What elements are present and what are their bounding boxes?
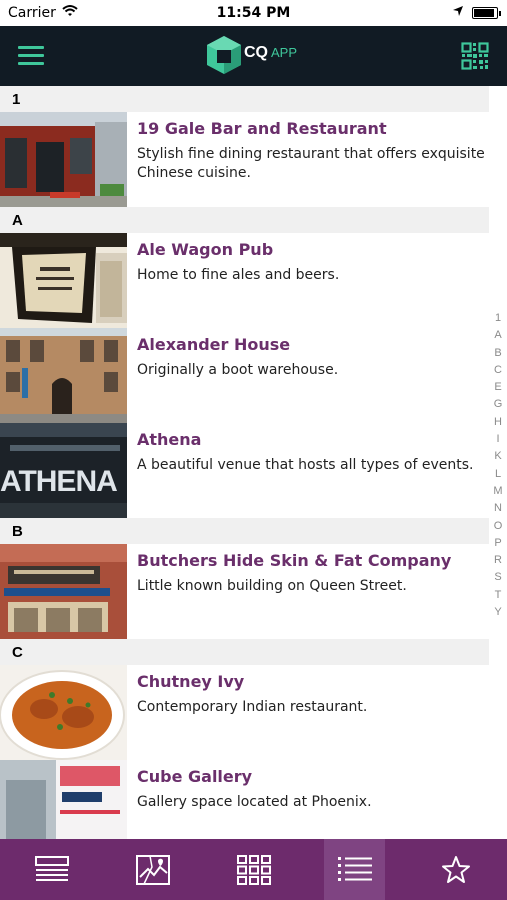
index-letter[interactable]: Y (489, 604, 507, 621)
clock: 11:54 PM (216, 5, 291, 21)
tab-list-view[interactable] (21, 839, 82, 900)
venue-title: Butchers Hide Skin & Fat Company (137, 551, 452, 570)
index-letter[interactable]: E (489, 379, 507, 396)
battery-icon (472, 7, 501, 19)
venue-title: Athena (137, 430, 202, 449)
list-item[interactable]: ATHENA Athena A beautiful venue that hos… (0, 423, 507, 518)
venue-thumbnail (0, 544, 127, 639)
svg-text:ATHENA: ATHENA (0, 465, 117, 498)
venue-thumbnail (0, 760, 127, 839)
tab-favorites[interactable] (425, 839, 486, 900)
cube-logo-icon (207, 36, 241, 74)
section-header-1: 1 (0, 86, 489, 112)
restaurant-storefront-image (0, 112, 127, 207)
venue-description: A beautiful venue that hosts all types o… (137, 457, 474, 473)
qr-code-icon (461, 42, 489, 70)
list-item[interactable]: 19 Gale Bar and Restaurant Stylish fine … (0, 112, 507, 207)
venue-thumbnail: ATHENA (0, 423, 127, 518)
map-icon (135, 854, 170, 885)
index-letter[interactable]: R (489, 552, 507, 569)
az-list-icon (337, 856, 372, 881)
index-letter[interactable]: 1 (489, 310, 507, 327)
list-item[interactable]: Butchers Hide Skin & Fat Company Little … (0, 544, 507, 639)
index-letter[interactable]: L (489, 466, 507, 483)
venue-thumbnail (0, 665, 127, 760)
status-bar: Carrier 11:54 PM (0, 0, 507, 26)
venue-description: Originally a boot warehouse. (137, 362, 339, 378)
venue-title: Cube Gallery (137, 767, 253, 786)
venue-title: 19 Gale Bar and Restaurant (137, 119, 387, 138)
index-letter[interactable]: A (489, 327, 507, 344)
tab-a-z-list[interactable] (324, 839, 385, 900)
index-letter[interactable]: P (489, 535, 507, 552)
list-item[interactable]: Ale Wagon Pub Home to fine ales and beer… (0, 233, 507, 328)
grid-icon (236, 854, 271, 885)
venue-description: Home to fine ales and beers. (137, 267, 340, 283)
index-letter[interactable]: G (489, 396, 507, 413)
index-letter[interactable]: S (489, 569, 507, 586)
list-item[interactable]: Alexander House Originally a boot wareho… (0, 328, 507, 423)
venue-description: Stylish fine dining restaurant that offe… (137, 146, 485, 181)
list-item[interactable]: Chutney Ivy Contemporary Indian restaura… (0, 665, 507, 760)
venue-description: Little known building on Queen Street. (137, 578, 407, 594)
venue-description: Contemporary Indian restaurant. (137, 699, 368, 715)
venue-title: Chutney Ivy (137, 672, 245, 691)
index-letter[interactable]: I (489, 431, 507, 448)
venue-description: Gallery space located at Phoenix. (137, 794, 372, 810)
index-letter[interactable]: M (489, 483, 507, 500)
brick-building-image (0, 328, 127, 423)
app-logo: CQ APP (204, 34, 314, 78)
venue-title: Alexander House (137, 335, 291, 354)
venue-thumbnail (0, 328, 127, 423)
logo-text: CQ APP (244, 44, 298, 61)
curry-dish-image (0, 665, 127, 760)
index-letter[interactable]: K (489, 448, 507, 465)
index-letter[interactable]: T (489, 587, 507, 604)
athena-sign-image: ATHENA (0, 423, 127, 518)
tab-grid[interactable] (223, 839, 284, 900)
venue-title: Ale Wagon Pub (137, 240, 274, 259)
hamburger-menu-icon (18, 46, 44, 49)
section-header-c: C (0, 639, 489, 665)
tab-bar (0, 839, 507, 900)
pub-sign-image (0, 233, 127, 328)
index-letter[interactable]: C (489, 362, 507, 379)
section-header-a: A (0, 207, 489, 233)
alphabet-index[interactable]: 1ABCEGHIKLMNOPRSTY (489, 310, 507, 621)
index-letter[interactable]: H (489, 414, 507, 431)
section-header-b: B (0, 518, 489, 544)
venue-list[interactable]: 1 19 Gale Bar and Restaurant Stylish fin… (0, 86, 507, 839)
gallery-sign-image (0, 760, 127, 839)
queen-street-building-image (0, 544, 127, 639)
favorites-star-icon (441, 855, 470, 883)
tab-map[interactable] (122, 839, 183, 900)
venue-thumbnail (0, 112, 127, 207)
index-letter[interactable]: N (489, 500, 507, 517)
menu-button[interactable] (18, 44, 46, 68)
nav-bar: CQ APP (0, 26, 507, 86)
battery-level (474, 9, 494, 17)
location-arrow-icon (453, 6, 463, 16)
list-view-icon (34, 855, 69, 881)
list-item[interactable]: Cube Gallery Gallery space located at Ph… (0, 760, 507, 839)
qr-scan-button[interactable] (461, 42, 489, 70)
index-letter[interactable]: O (489, 518, 507, 535)
venue-thumbnail (0, 233, 127, 328)
index-letter[interactable]: B (489, 345, 507, 362)
